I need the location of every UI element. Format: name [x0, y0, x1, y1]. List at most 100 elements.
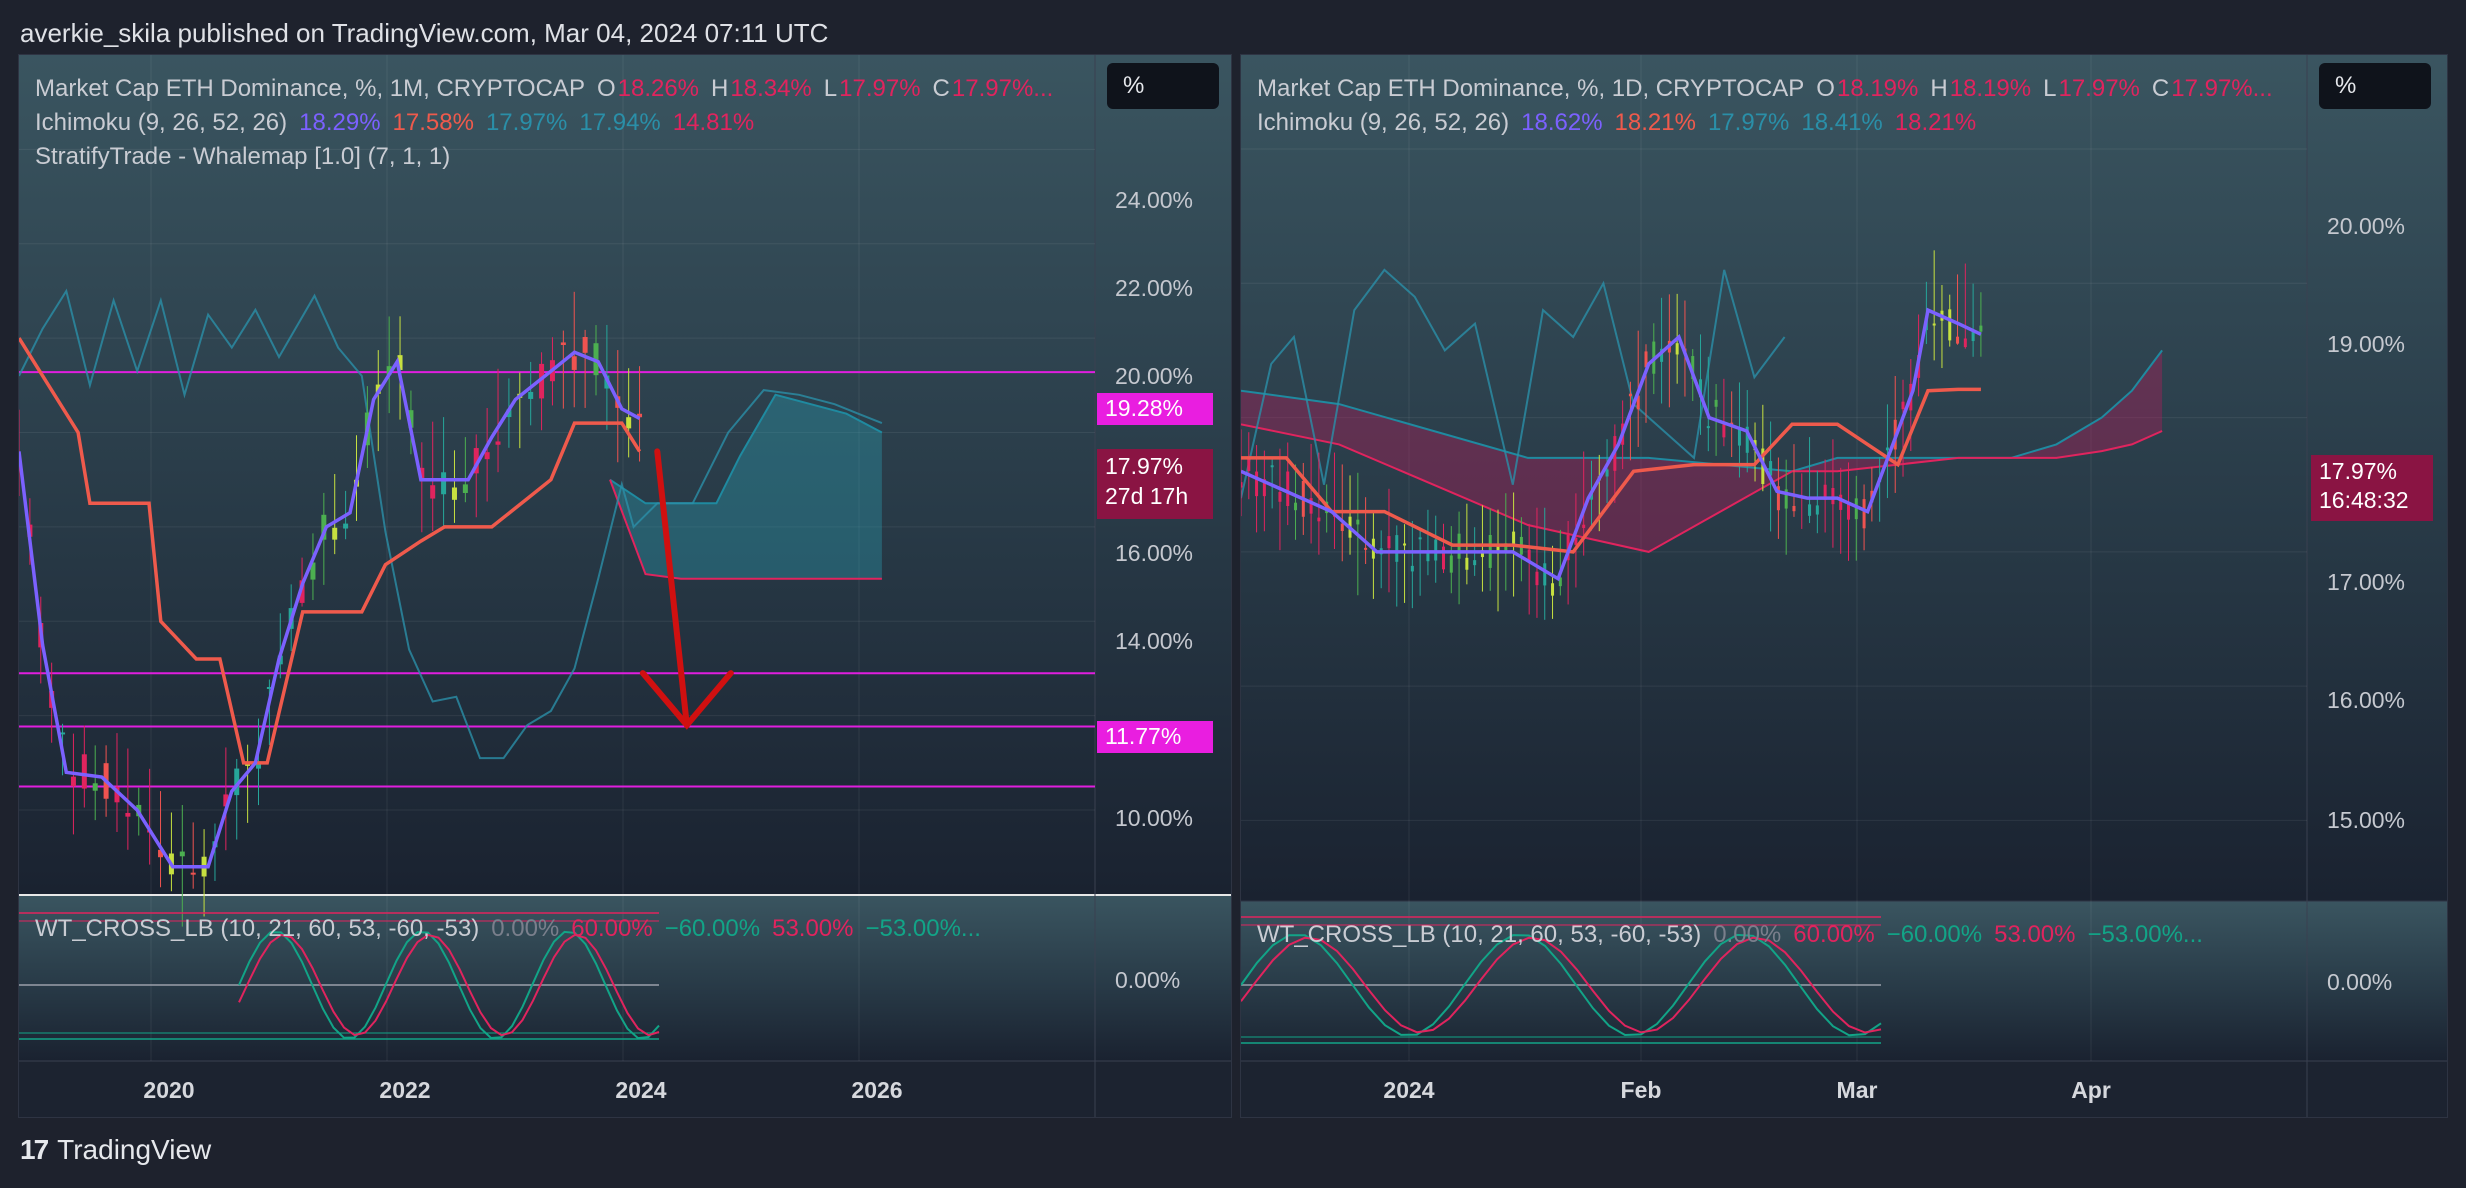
candle-body	[81, 754, 87, 789]
main-series-legend[interactable]: Market Cap ETH Dominance, %, 1D, CRYPTOC…	[1257, 75, 2285, 103]
candle-body	[190, 872, 196, 875]
x-tick: 2022	[379, 1077, 431, 1103]
candle-body	[1932, 323, 1936, 326]
y-tick: 20.00%	[1115, 363, 1194, 389]
wt-legend[interactable]: WT_CROSS_LB (10, 21, 60, 53, -60, -53) 0.…	[1257, 921, 2215, 949]
monthly-chart-panel[interactable]: Market Cap ETH Dominance, %, 1M, CRYPTOC…	[18, 54, 1232, 1118]
main-pane-background	[19, 55, 1231, 895]
candle-body	[1971, 331, 1975, 342]
wt-legend[interactable]: WT_CROSS_LB (10, 21, 60, 53, -60, -53) 0.…	[35, 915, 993, 943]
y-tick: 15.00%	[2327, 807, 2406, 833]
x-tick: Feb	[1620, 1077, 1662, 1103]
open-label: O	[596, 75, 616, 102]
candle-body	[1270, 465, 1274, 468]
candle-body	[1364, 547, 1368, 550]
candle-body	[1535, 571, 1539, 586]
candle-body	[1675, 343, 1679, 355]
ichimoku-spanB-value: 18.21%	[1894, 109, 1977, 136]
monthly-chart-canvas[interactable]	[19, 55, 1231, 1117]
high-label: H	[1930, 75, 1948, 102]
candle-body	[1317, 517, 1321, 522]
level-high-tag: 19.28%	[1097, 393, 1213, 425]
candle-body	[70, 776, 76, 787]
candle-body	[1956, 336, 1960, 344]
whalemap-legend[interactable]: StratifyTrade - Whalemap [1.0] (7, 1, 1)	[35, 143, 462, 171]
candle-body	[1722, 424, 1726, 438]
y-tick: 19.00%	[2327, 331, 2406, 357]
open-value: 18.19%	[1836, 75, 1919, 102]
candle-body	[1465, 557, 1469, 570]
percent-scale-button[interactable]: %	[2319, 63, 2431, 109]
price-tag-value: 17.97%	[1105, 453, 1184, 479]
wt-value-1: 0.00%	[1713, 921, 1782, 948]
x-tick: 2024	[1383, 1077, 1435, 1103]
candle-body	[1340, 523, 1344, 532]
low-value: 17.97%	[2058, 75, 2140, 102]
ichimoku-lagging-value: 17.97%	[485, 109, 568, 136]
candle-body	[1808, 504, 1812, 516]
daily-chart-canvas[interactable]	[1241, 55, 2447, 1117]
y-tick: 16.00%	[2327, 687, 2406, 713]
candle-body	[332, 527, 338, 540]
candle-body	[571, 356, 577, 370]
osc-tick: 0.00%	[2327, 969, 2393, 995]
ichimoku-legend[interactable]: Ichimoku (9, 26, 52, 26) 18.62% 18.21% 17.9…	[1257, 109, 1988, 137]
candle-body	[1356, 519, 1360, 525]
close-label: C	[2151, 75, 2170, 102]
high-value: 18.19%	[1949, 75, 2032, 102]
wt-title: WT_CROSS_LB (10, 21, 60, 53, -60, -53)	[35, 915, 480, 942]
candle-body	[462, 484, 468, 493]
price-tag: 17.97% 27d 17h	[1097, 449, 1213, 519]
candle-body	[1387, 536, 1391, 549]
ichimoku-lagging-value: 17.97%	[1707, 109, 1790, 136]
candle-body	[484, 452, 490, 460]
candle-body	[1426, 552, 1430, 562]
candle-body	[1286, 471, 1290, 507]
ichimoku-legend[interactable]: Ichimoku (9, 26, 52, 26) 18.29% 17.58% 17.9…	[35, 109, 766, 137]
main-series-legend[interactable]: Market Cap ETH Dominance, %, 1M, CRYPTOC…	[35, 75, 1065, 103]
ichimoku-tenkan-value: 18.62%	[1521, 109, 1603, 136]
percent-scale-button[interactable]: %	[1107, 63, 1219, 109]
low-label: L	[2043, 75, 2057, 102]
x-tick: 2020	[143, 1077, 195, 1103]
ichimoku-title: Ichimoku (9, 26, 52, 26)	[1257, 109, 1510, 136]
low-label: L	[823, 75, 838, 102]
osc-tick: 0.00%	[1115, 967, 1181, 993]
candle-body	[1815, 505, 1819, 515]
candle-body	[560, 342, 566, 345]
candle-body	[92, 783, 98, 791]
y-tick: 10.00%	[1115, 805, 1194, 831]
low-value: 17.97%	[839, 75, 921, 102]
candle-body	[1605, 469, 1609, 477]
candle-body	[1241, 482, 1243, 488]
ichimoku-tenkan-value: 18.29%	[299, 109, 381, 136]
ichimoku-spanB-value: 14.81%	[672, 109, 755, 136]
candle-body	[495, 441, 501, 445]
y-tick: 14.00%	[1115, 628, 1194, 654]
candle-body	[1551, 583, 1555, 596]
whalemap-title: StratifyTrade - Whalemap [1.0] (7, 1, 1)	[35, 143, 451, 170]
ichimoku-kijun-value: 17.58%	[392, 109, 474, 136]
candle-body	[1434, 539, 1438, 561]
x-tick: 2026	[851, 1077, 903, 1103]
daily-chart-panel[interactable]: Market Cap ETH Dominance, %, 1D, CRYPTOC…	[1240, 54, 2448, 1118]
candle-body	[1543, 563, 1547, 586]
price-tag-value: 17.97%	[2319, 458, 2398, 484]
candle-body	[1885, 447, 1889, 451]
wt-value-4: 53.00%	[1994, 921, 2076, 948]
candle-body	[1948, 309, 1952, 341]
wt-value-5: −53.00%...	[865, 915, 981, 942]
wt-value-4: 53.00%	[772, 915, 854, 942]
candle-body	[1247, 458, 1251, 471]
high-value: 18.34%	[730, 75, 812, 102]
symbol-title: Market Cap ETH Dominance, %, 1D, CRYPTOC…	[1257, 75, 1805, 102]
symbol-title: Market Cap ETH Dominance, %, 1M, CRYPTOC…	[35, 75, 585, 102]
brand-name: TradingView	[57, 1134, 212, 1165]
candle-body	[125, 812, 131, 817]
wt-value-2: 60.00%	[571, 915, 653, 942]
tradingview-brand[interactable]: 17 TradingView	[20, 1134, 211, 1166]
candle-body	[1449, 555, 1453, 573]
candle-body	[1737, 428, 1741, 446]
candle-body	[1714, 399, 1718, 407]
open-label: O	[1816, 75, 1835, 102]
